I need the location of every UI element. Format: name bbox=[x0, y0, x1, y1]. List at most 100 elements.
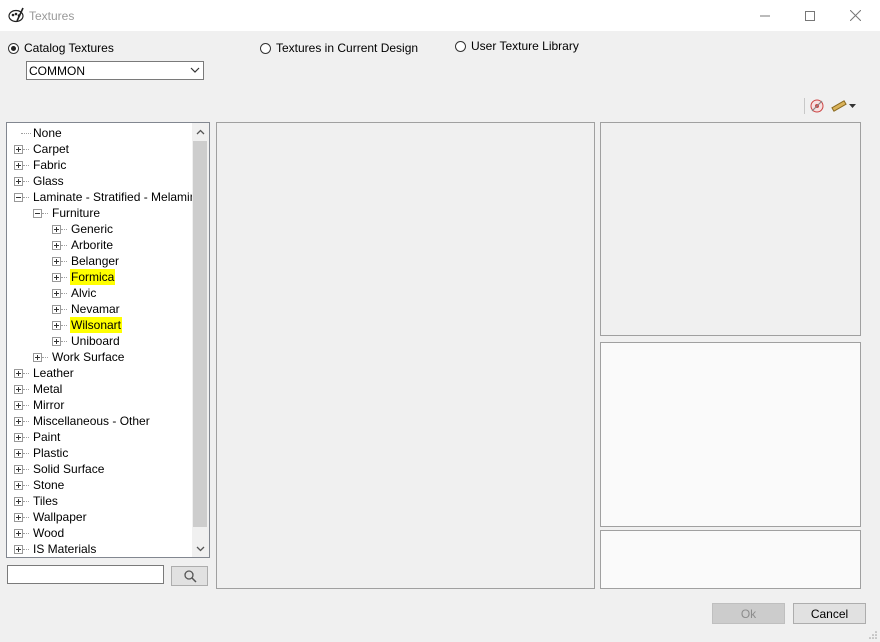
toolbar-separator bbox=[804, 98, 805, 114]
expand-icon[interactable] bbox=[14, 177, 23, 186]
texture-search-input[interactable] bbox=[7, 565, 164, 584]
tree-node-label: Metal bbox=[33, 382, 63, 396]
expand-icon[interactable] bbox=[52, 289, 61, 298]
collapse-icon[interactable] bbox=[14, 193, 23, 202]
expand-icon[interactable] bbox=[14, 497, 23, 506]
expand-icon[interactable] bbox=[14, 161, 23, 170]
expand-icon[interactable] bbox=[52, 337, 61, 346]
expand-icon[interactable] bbox=[14, 513, 23, 522]
tree-node[interactable]: Paint bbox=[7, 429, 193, 445]
tree-node[interactable]: Work Surface bbox=[7, 349, 193, 365]
catalog-dropdown[interactable]: COMMON bbox=[26, 61, 204, 80]
tree-node[interactable]: Leather bbox=[7, 365, 193, 381]
close-button[interactable] bbox=[832, 0, 878, 31]
expand-icon[interactable] bbox=[14, 417, 23, 426]
texture-preview-area[interactable] bbox=[216, 122, 595, 589]
tree-node-label: Work Surface bbox=[52, 350, 125, 364]
tree-node-label: IS Materials bbox=[33, 542, 97, 556]
tree-connector bbox=[23, 549, 29, 550]
tree-connector bbox=[42, 213, 48, 214]
tree-node[interactable]: Fabric bbox=[7, 157, 193, 173]
expand-icon[interactable] bbox=[52, 257, 61, 266]
expand-icon[interactable] bbox=[33, 353, 42, 362]
tree-connector bbox=[23, 165, 29, 166]
expand-icon[interactable] bbox=[52, 305, 61, 314]
tree-node-label: Generic bbox=[71, 222, 114, 236]
expand-icon[interactable] bbox=[52, 321, 61, 330]
tree-node[interactable]: Carpet bbox=[7, 141, 193, 157]
tree-node-label: Plastic bbox=[33, 446, 69, 460]
tree-node-label: Wood bbox=[33, 526, 65, 540]
tree-node[interactable]: IS Materials bbox=[7, 541, 193, 557]
tree-node[interactable]: Nevamar bbox=[7, 301, 193, 317]
expand-icon[interactable] bbox=[14, 369, 23, 378]
expand-icon[interactable] bbox=[14, 465, 23, 474]
tree-connector bbox=[23, 437, 29, 438]
tree-node[interactable]: Alvic bbox=[7, 285, 193, 301]
tree-scrollbar[interactable] bbox=[192, 123, 209, 557]
tree-node-label: Paint bbox=[33, 430, 61, 444]
window-title: Textures bbox=[29, 9, 75, 23]
radio-user-texture-library[interactable]: User Texture Library bbox=[455, 39, 579, 53]
expand-icon[interactable] bbox=[52, 225, 61, 234]
expand-icon[interactable] bbox=[14, 401, 23, 410]
tree-node-label: Solid Surface bbox=[33, 462, 105, 476]
scroll-down-button[interactable] bbox=[192, 540, 209, 557]
tree-node-label: Wallpaper bbox=[33, 510, 87, 524]
expand-icon[interactable] bbox=[14, 145, 23, 154]
tree-node[interactable]: Tiles bbox=[7, 493, 193, 509]
expand-icon[interactable] bbox=[52, 273, 61, 282]
expand-icon[interactable] bbox=[14, 385, 23, 394]
expand-icon[interactable] bbox=[14, 529, 23, 538]
measure-tape-dropdown-button[interactable] bbox=[831, 97, 856, 115]
texture-category-tree[interactable]: IS Materials Wood Wallpaper Tiles Stone Solid… bbox=[6, 122, 210, 558]
collapse-icon[interactable] bbox=[33, 209, 42, 218]
tree-node-label: Fabric bbox=[33, 158, 67, 172]
tree-node[interactable]: Mirror bbox=[7, 397, 193, 413]
tree-node[interactable]: Glass bbox=[7, 173, 193, 189]
tree-node[interactable]: Arborite bbox=[7, 237, 193, 253]
tree-node[interactable]: Wilsonart bbox=[7, 317, 193, 333]
radio-catalog-textures[interactable]: Catalog Textures bbox=[8, 41, 114, 55]
cancel-button[interactable]: Cancel bbox=[793, 603, 866, 624]
tree-node[interactable]: Laminate - Stratified - Melamine bbox=[7, 189, 203, 205]
tree-node-label: Uniboard bbox=[71, 334, 120, 348]
texture-settings-button[interactable] bbox=[809, 97, 825, 115]
tree-node-label: Wilsonart bbox=[70, 317, 123, 333]
tree-node[interactable]: Belanger bbox=[7, 253, 193, 269]
radio-textures-in-current-design[interactable]: Textures in Current Design bbox=[260, 41, 418, 55]
resize-grip-icon[interactable] bbox=[868, 630, 878, 640]
scroll-thumb[interactable] bbox=[193, 141, 207, 527]
radio-indicator bbox=[455, 40, 466, 52]
tree-node[interactable]: Formica bbox=[7, 269, 193, 285]
tree-node[interactable]: Miscellaneous - Other bbox=[7, 413, 193, 429]
maximize-button[interactable] bbox=[787, 0, 833, 31]
search-button[interactable] bbox=[171, 566, 208, 586]
expand-icon[interactable] bbox=[14, 481, 23, 490]
ok-button[interactable]: Ok bbox=[712, 603, 785, 624]
radio-user-library-label: User Texture Library bbox=[471, 39, 579, 53]
tree-node[interactable]: Plastic bbox=[7, 445, 193, 461]
tree-node-label: None bbox=[33, 126, 62, 140]
expand-icon[interactable] bbox=[52, 241, 61, 250]
close-icon bbox=[849, 10, 861, 21]
tree-node[interactable]: Uniboard bbox=[7, 333, 193, 349]
tree-node[interactable]: Wood bbox=[7, 525, 193, 541]
expand-icon[interactable] bbox=[14, 449, 23, 458]
tree-node[interactable]: Wallpaper bbox=[7, 509, 193, 525]
tree-node[interactable]: Furniture bbox=[7, 205, 193, 221]
minimize-button[interactable] bbox=[742, 0, 788, 31]
expand-icon[interactable] bbox=[14, 545, 23, 554]
tree-node-label: Glass bbox=[33, 174, 64, 188]
expand-icon[interactable] bbox=[14, 433, 23, 442]
tree-node[interactable]: Solid Surface bbox=[7, 461, 193, 477]
tree-node[interactable]: Metal bbox=[7, 381, 193, 397]
tree-node[interactable]: Generic bbox=[7, 221, 193, 237]
tree-node[interactable]: Stone bbox=[7, 477, 193, 493]
tree-node-label: Formica bbox=[70, 269, 116, 285]
catalog-dropdown-value: COMMON bbox=[29, 64, 85, 78]
scroll-up-button[interactable] bbox=[192, 123, 209, 140]
tree-node[interactable]: None bbox=[7, 125, 193, 141]
tree-node-label: Alvic bbox=[71, 286, 97, 300]
tree-connector bbox=[42, 357, 48, 358]
